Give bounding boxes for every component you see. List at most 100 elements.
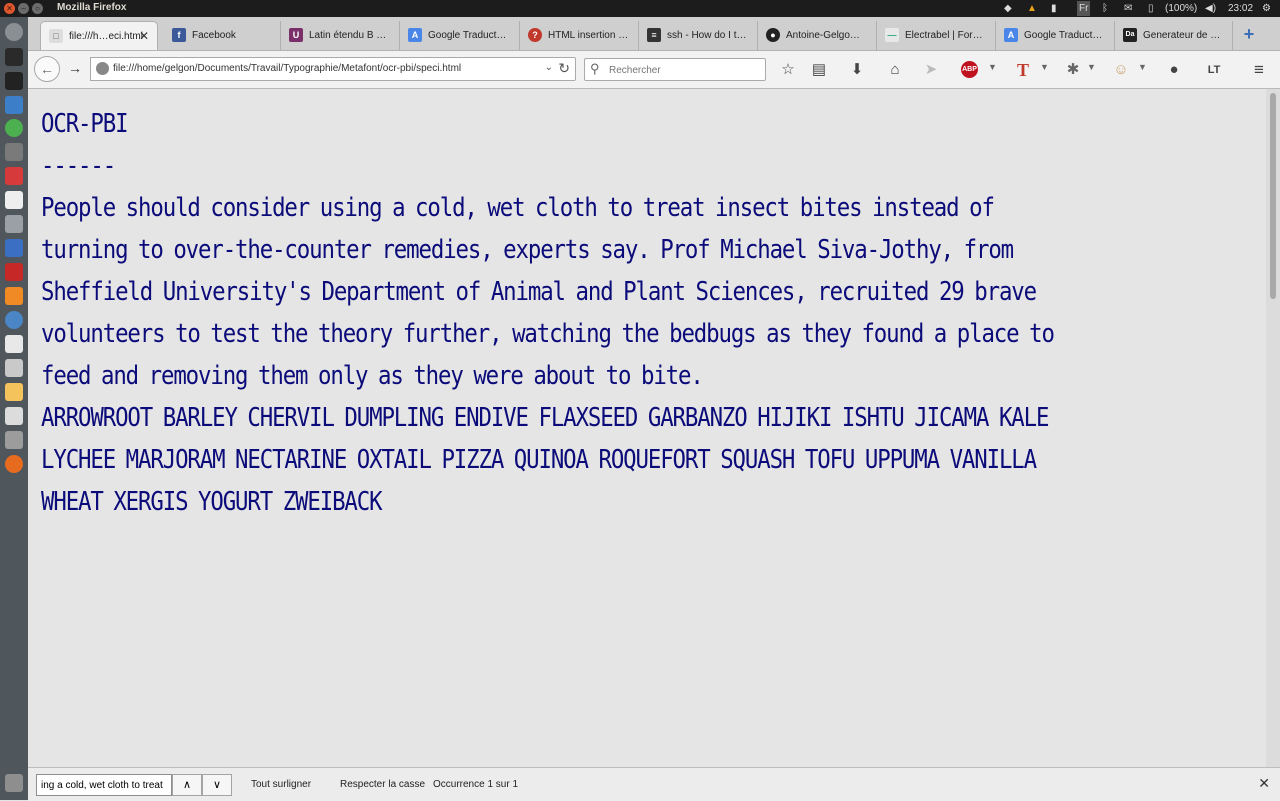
tab-label: file:///h…eci.html [69, 31, 143, 42]
find-previous-button[interactable]: ∧ [172, 774, 202, 796]
battery-level: (100%) [1165, 3, 1198, 14]
dash-home-icon[interactable] [5, 23, 23, 41]
tab-electrabel[interactable]: — Electrabel | For… [877, 21, 996, 50]
chat-icon[interactable] [5, 119, 23, 137]
new-tab-button[interactable]: + [1238, 22, 1260, 46]
window-close-button[interactable]: ✕ [4, 3, 15, 14]
keyboard-layout-indicator[interactable]: Fr [1077, 1, 1091, 16]
tab-label: Facebook [192, 30, 236, 41]
adblock-dropdown-icon[interactable]: ▼ [988, 62, 997, 72]
tab-github[interactable]: ● Antoine-Gelgo… [758, 21, 877, 50]
bluetooth-icon[interactable]: ᛒ [1102, 1, 1108, 16]
text-tool-dropdown-icon[interactable]: ▼ [1040, 62, 1049, 72]
find-result-status: Occurrence 1 sur 1 [433, 779, 519, 790]
document: OCR-PBI ------ People should consider us… [41, 103, 1086, 523]
tab-google-traduction[interactable]: A Google Traduct… [400, 21, 520, 50]
system-top-bar: ✕ – ○ Mozilla Firefox ◆ ▲ ▮ Fr ᛒ ✉ ▯ (10… [0, 0, 1280, 17]
electrabel-icon: — [885, 28, 899, 42]
power-gear-icon[interactable]: ⚙ [1262, 1, 1271, 16]
app-icon-3[interactable] [5, 431, 23, 449]
tab-google-traduction-2[interactable]: A Google Traduct… [996, 21, 1115, 50]
close-find-bar-icon[interactable]: ✕ [1258, 775, 1270, 792]
app-icon[interactable] [5, 72, 23, 90]
volume-icon[interactable]: ◀) [1205, 1, 1216, 16]
forward-button[interactable]: → [62, 56, 88, 82]
writer-icon[interactable] [5, 239, 23, 257]
tab-ssh[interactable]: ≡ ssh - How do I t… [639, 21, 758, 50]
back-button[interactable]: ← [34, 56, 60, 82]
url-bar[interactable]: file:///home/gelgon/Documents/Travail/Ty… [90, 57, 576, 81]
document-heading: OCR-PBI [41, 109, 129, 139]
unicode-icon: U [289, 28, 303, 42]
window-title: Mozilla Firefox [57, 2, 127, 13]
close-tab-icon[interactable]: ✕ [139, 22, 149, 50]
warning-icon[interactable]: ▲ [1027, 1, 1037, 16]
search-bar[interactable]: ⚲ [584, 58, 766, 81]
browser-icon[interactable] [5, 311, 23, 329]
tab-label: Google Traduct… [1024, 30, 1103, 41]
thunderbird-icon[interactable] [5, 96, 23, 114]
tab-html-insertion[interactable]: ? HTML insertion … [520, 21, 639, 50]
url-text[interactable]: file:///home/gelgon/Documents/Travail/Ty… [113, 58, 461, 80]
window-maximize-button[interactable]: ○ [32, 3, 43, 14]
photo-icon[interactable] [5, 359, 23, 377]
app-icon-2[interactable] [5, 407, 23, 425]
document-rule: ------ [41, 151, 116, 181]
search-input[interactable] [607, 61, 761, 79]
globe-icon[interactable] [96, 62, 109, 75]
firefox-icon[interactable] [5, 455, 23, 473]
network-signal-icon[interactable]: ▮ [1051, 1, 1057, 16]
terminal-icon[interactable] [5, 48, 23, 66]
clock[interactable]: 23:02 [1228, 1, 1253, 16]
vlc-icon[interactable] [5, 287, 23, 305]
pdf-viewer-icon[interactable] [5, 167, 23, 185]
settings-tools-icon[interactable] [5, 215, 23, 233]
extension-dropdown-icon[interactable]: ▼ [1087, 62, 1096, 72]
document-uppercase-sample: ARROWROOT BARLEY CHERVIL DUMPLING ENDIVE… [41, 403, 1049, 517]
bookmarks-menu-icon[interactable]: ▤ [809, 60, 829, 80]
notes-icon[interactable] [5, 383, 23, 401]
tab-label: Electrabel | For… [905, 30, 983, 41]
find-bar: ∧ ∨ Tout surligner Respecter la casse Oc… [28, 767, 1280, 801]
find-input[interactable] [36, 774, 172, 796]
home-icon[interactable]: ⌂ [885, 60, 905, 80]
languagetool-icon[interactable]: LT [1204, 60, 1224, 80]
unity-launcher [0, 17, 28, 800]
text-editor-icon[interactable] [5, 191, 23, 209]
battery-icon[interactable]: ▯ [1148, 1, 1154, 16]
bookmark-star-icon[interactable]: ☆ [778, 60, 798, 80]
face-extension-dropdown-icon[interactable]: ▼ [1138, 62, 1147, 72]
face-extension-icon[interactable]: ☺ [1111, 60, 1131, 80]
trash-icon[interactable] [5, 774, 23, 792]
page-content: OCR-PBI ------ People should consider us… [28, 89, 1266, 767]
file-icon: □ [49, 29, 63, 43]
adblock-icon[interactable]: ABP [961, 61, 978, 78]
chat-bubble-icon[interactable]: ● [1164, 60, 1184, 80]
tab-facebook[interactable]: f Facebook [164, 21, 281, 50]
document-icon[interactable] [5, 335, 23, 353]
tab-generateur[interactable]: Da Generateur de … [1115, 21, 1233, 50]
url-history-dropdown-icon[interactable]: ⌄ [545, 62, 553, 73]
reload-icon[interactable]: ↻ [558, 60, 570, 77]
scrollbar-thumb[interactable] [1270, 93, 1276, 299]
window-minimize-button[interactable]: – [18, 3, 29, 14]
text-tool-icon[interactable]: T [1013, 60, 1033, 80]
stackexchange-icon: ≡ [647, 28, 661, 42]
extension-icon[interactable]: ✱ [1063, 60, 1083, 80]
google-translate-icon: A [408, 28, 422, 42]
mail-icon[interactable]: ✉ [1124, 1, 1132, 16]
tab-label: HTML insertion … [548, 30, 629, 41]
dropbox-icon[interactable]: ◆ [1004, 1, 1012, 16]
downloads-icon[interactable]: ⬇ [847, 60, 867, 80]
vertical-scrollbar[interactable] [1266, 89, 1280, 767]
search-icon: ⚲ [590, 61, 600, 76]
send-icon[interactable]: ➤ [921, 60, 941, 80]
filezilla-icon[interactable] [5, 263, 23, 281]
highlight-all-button[interactable]: Tout surligner [251, 779, 311, 790]
tab-speci-html[interactable]: □ file:///h…eci.html ✕ [40, 21, 158, 50]
tab-latin-etendu[interactable]: U Latin étendu B … [281, 21, 400, 50]
match-case-button[interactable]: Respecter la casse [340, 779, 425, 790]
find-next-button[interactable]: ∨ [202, 774, 232, 796]
hamburger-menu-icon[interactable]: ≡ [1249, 60, 1269, 80]
gimp-icon[interactable] [5, 143, 23, 161]
